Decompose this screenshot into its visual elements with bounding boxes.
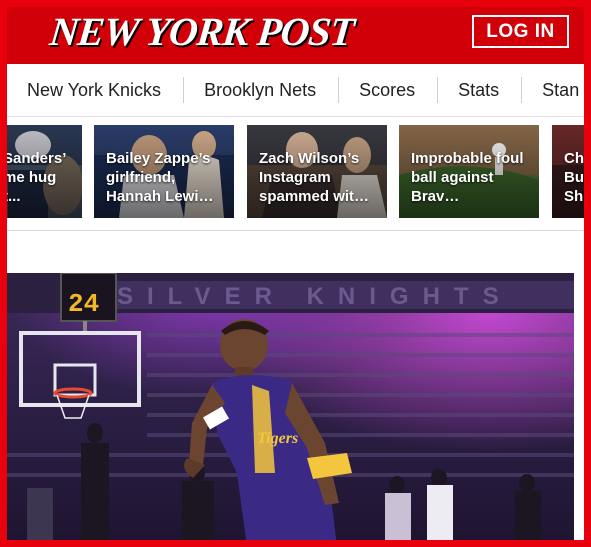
nav-item-knicks[interactable]: New York Knicks — [7, 77, 185, 103]
card-title: Ch Bu Sh — [564, 150, 584, 205]
nav-item-stats[interactable]: Stats — [438, 77, 523, 103]
card-title: Zach Wilson’s Instagram spammed wit… — [259, 150, 370, 205]
trending-card[interactable]: Improbable foul ball against Brav… — [399, 125, 539, 218]
trending-card[interactable]: Sanders’ me hug t... — [7, 125, 82, 218]
login-button[interactable]: LOG IN — [472, 15, 569, 48]
nav-item-label: Stats — [458, 80, 500, 100]
nav-item-standings[interactable]: Stan — [522, 78, 584, 102]
trending-carousel: Sanders’ me hug t... Bailey Zappe’s girl… — [7, 125, 584, 218]
nav-item-scores[interactable]: Scores — [339, 77, 439, 103]
site-header: NEW YORK POST LOG IN — [0, 0, 591, 64]
new-york-post-logo[interactable]: NEW YORK POST — [48, 9, 356, 54]
card-title: Improbable foul ball against Brav… — [411, 150, 524, 205]
trending-card[interactable]: Bailey Zappe’s girlfriend, Hannah Lewi… — [94, 125, 234, 218]
arena-banner-text: SILVER KNIGHTS — [117, 283, 513, 310]
nav-item-label: New York Knicks — [27, 80, 162, 100]
trending-card[interactable]: Ch Bu Sh — [552, 125, 584, 218]
nav-item-label: Brooklyn Nets — [204, 80, 317, 100]
hero-image[interactable]: SILVER KNIGHTS 24 Tigers — [7, 273, 574, 547]
nav-item-label: Stan — [542, 80, 580, 100]
card-title: Sanders’ me hug t... — [7, 150, 66, 205]
section-divider — [7, 230, 584, 231]
hero-photo: SILVER KNIGHTS 24 Tigers — [7, 273, 574, 547]
nav-item-nets[interactable]: Brooklyn Nets — [184, 77, 340, 103]
nav-item-label: Scores — [359, 80, 416, 100]
trending-card[interactable]: Zach Wilson’s Instagram spammed wit… — [247, 125, 387, 218]
card-title: Bailey Zappe’s girlfriend, Hannah Lewi… — [106, 150, 214, 205]
section-nav: New York Knicks Brooklyn Nets Scores Sta… — [7, 64, 584, 117]
shot-clock-value: 24 — [68, 289, 99, 319]
jersey-text: Tigers — [257, 430, 298, 447]
